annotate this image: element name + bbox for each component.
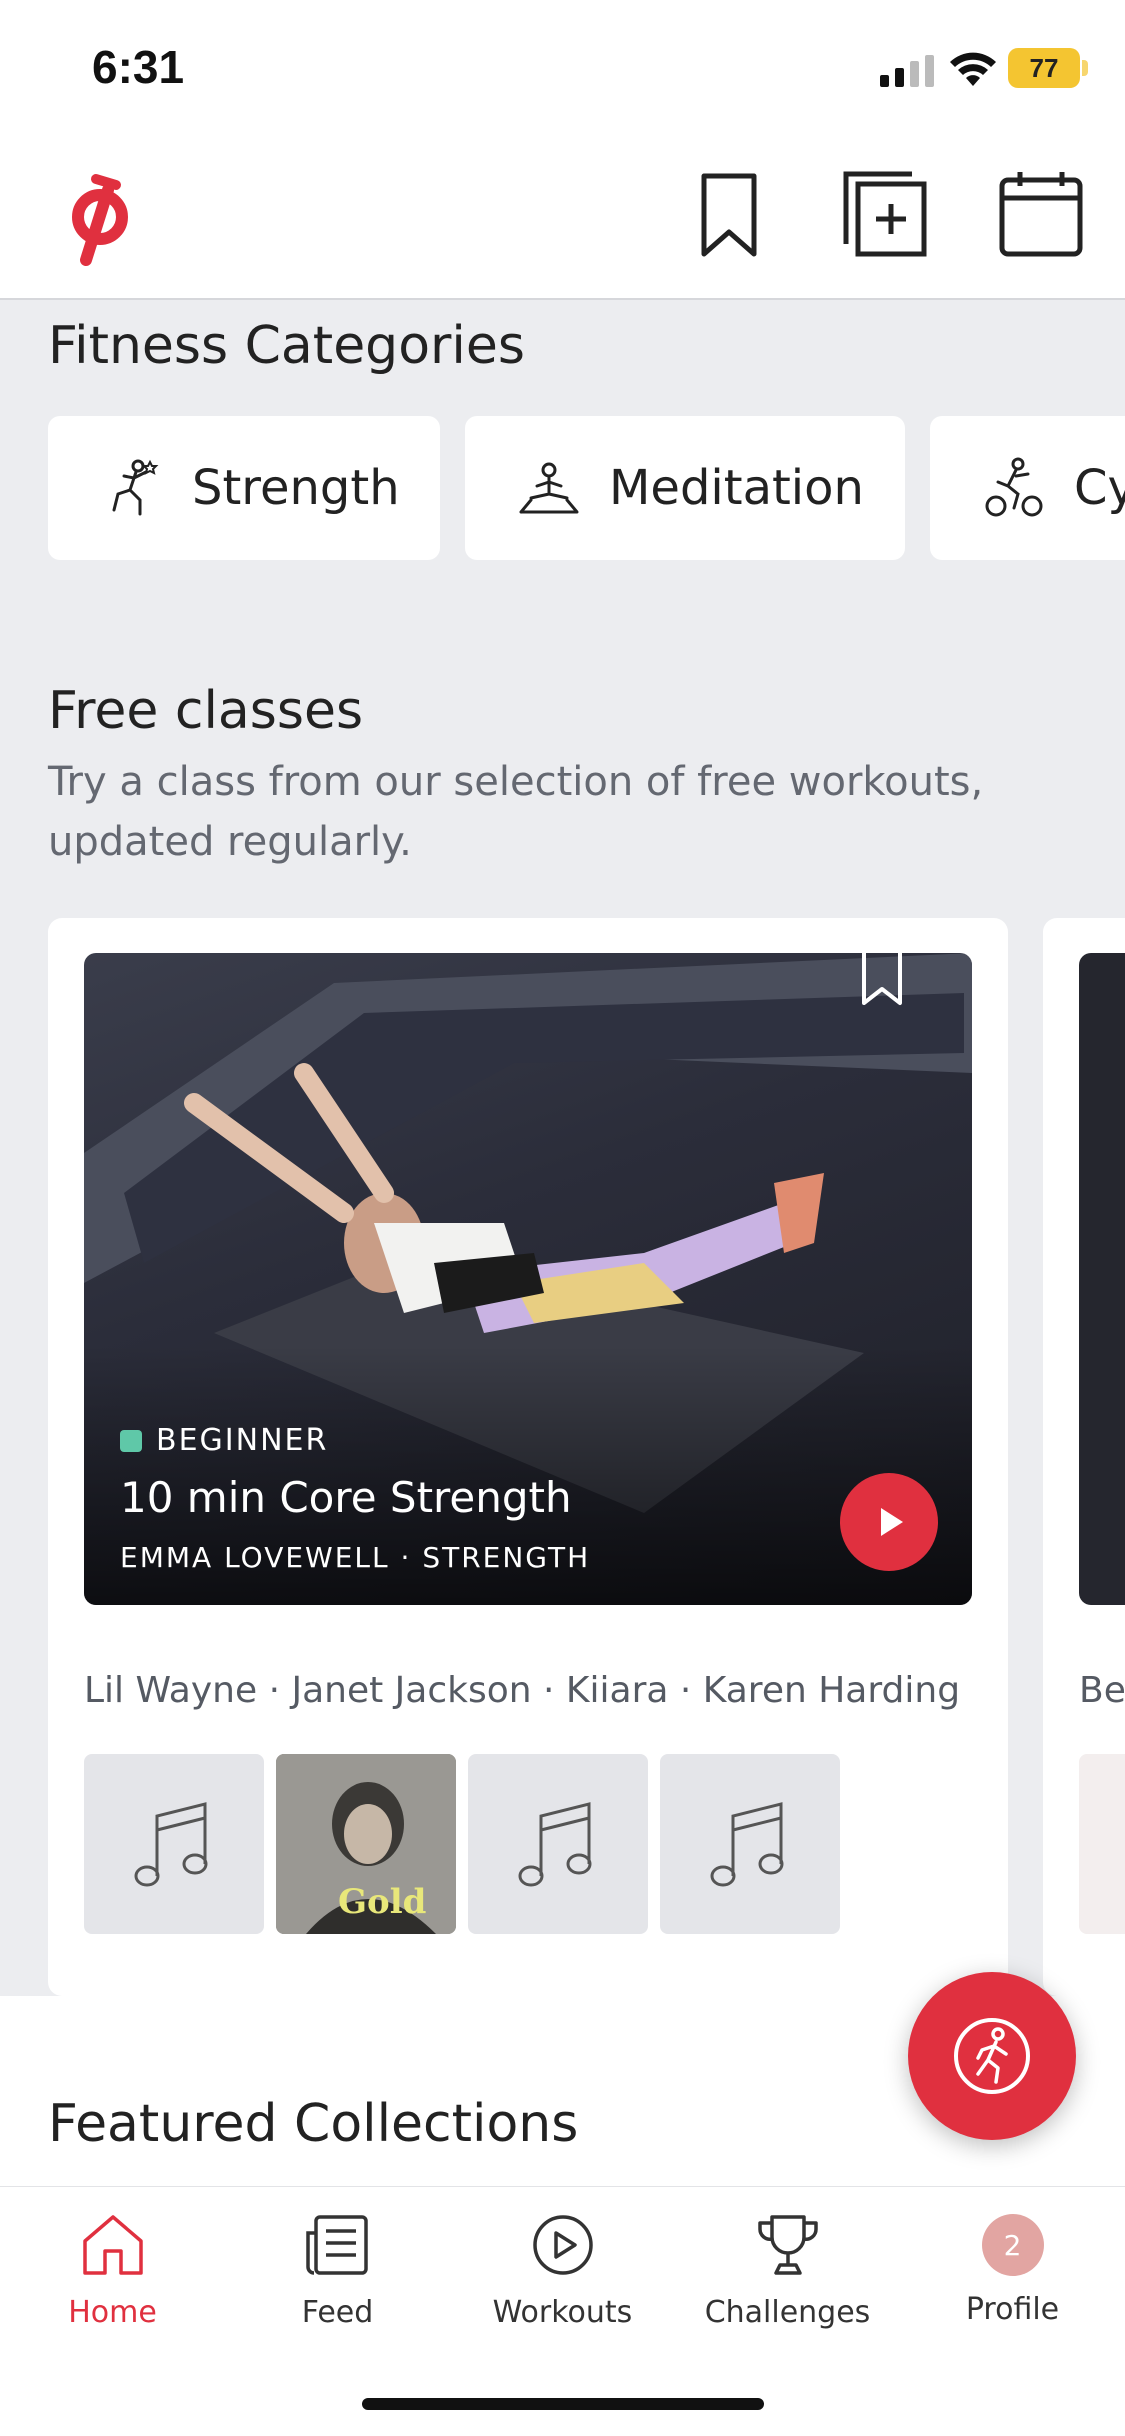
level-label: BEGINNER — [156, 1423, 329, 1458]
status-bar: 6:31 77 — [0, 0, 1125, 140]
playlist-artists-next: Be — [1079, 1670, 1125, 1711]
free-classes-title: Free classes — [48, 681, 364, 741]
signal-icon — [880, 55, 934, 87]
feed-icon — [305, 2215, 368, 2275]
add-schedule-icon[interactable] — [840, 170, 930, 260]
battery-tip — [1082, 60, 1088, 76]
play-circle-icon — [532, 2215, 593, 2275]
strength-icon — [112, 459, 159, 516]
tab-challenges[interactable]: Challenges — [675, 2211, 900, 2330]
tab-label: Feed — [301, 2295, 374, 2330]
play-icon — [881, 1508, 903, 1536]
free-class-card-next[interactable]: Be — [1043, 918, 1125, 1996]
trophy-icon — [757, 2215, 818, 2275]
battery-indicator: 77 — [1008, 48, 1080, 88]
category-label: Cy — [1074, 460, 1125, 516]
free-classes-subtitle: Try a class from our selection of free w… — [48, 759, 984, 865]
wifi-icon — [950, 52, 996, 86]
free-class-card[interactable]: BEGINNER 10 min Core Strength EMMA LOVEW… — [48, 918, 1008, 1996]
tab-workouts[interactable]: Workouts — [450, 2211, 675, 2330]
class-title: 10 min Core Strength — [120, 1473, 572, 1522]
music-note-icon — [710, 1802, 784, 1887]
peloton-logo[interactable] — [56, 165, 136, 275]
home-indicator — [362, 2398, 764, 2410]
calendar-icon[interactable] — [996, 170, 1086, 260]
home-icon — [82, 2215, 143, 2275]
tab-feed[interactable]: Feed — [225, 2211, 450, 2330]
tab-label: Challenges — [704, 2295, 871, 2330]
activity-fab[interactable] — [908, 1972, 1076, 2140]
category-chip-cycling[interactable]: Cy — [930, 416, 1125, 560]
music-note-icon — [134, 1802, 208, 1887]
tab-label: Workouts — [492, 2295, 633, 2330]
category-chips: Strength Meditation Cy — [48, 416, 1125, 560]
playlist-tracks: Gold — [84, 1754, 852, 1934]
music-note-icon — [518, 1802, 592, 1887]
meditation-icon — [519, 462, 579, 514]
track-placeholder — [468, 1754, 648, 1934]
track-placeholder — [660, 1754, 840, 1934]
bookmark-icon[interactable] — [860, 953, 904, 1007]
category-label: Strength — [192, 460, 400, 516]
class-thumbnail[interactable]: BEGINNER 10 min Core Strength EMMA LOVEW… — [84, 953, 972, 1605]
bookmark-icon[interactable] — [684, 170, 774, 260]
class-thumbnail-next — [1079, 953, 1125, 1605]
cycling-icon — [985, 457, 1043, 517]
avatar: 2 — [981, 2214, 1044, 2276]
tab-label: Home — [68, 2295, 157, 2330]
tab-profile[interactable]: 2 Profile — [900, 2211, 1125, 2327]
album-title: Gold — [338, 1882, 427, 1922]
track-placeholder — [84, 1754, 264, 1934]
playlist-artists: Lil Wayne · Janet Jackson · Kiiara · Kar… — [84, 1670, 961, 1711]
class-instructor: EMMA LOVEWELL · STRENGTH — [120, 1541, 591, 1574]
fitness-categories-title: Fitness Categories — [48, 316, 525, 376]
running-icon — [954, 2018, 1030, 2094]
level-badge: BEGINNER — [120, 1423, 328, 1458]
category-chip-meditation[interactable]: Meditation — [465, 416, 905, 560]
tab-home[interactable]: Home — [0, 2211, 225, 2330]
play-button[interactable] — [840, 1473, 938, 1571]
category-label: Meditation — [609, 460, 864, 516]
category-chip-strength[interactable]: Strength — [48, 416, 440, 560]
app-header — [0, 140, 1125, 300]
featured-collections-title: Featured Collections — [48, 2094, 579, 2154]
album-art-next — [1079, 1754, 1125, 1934]
status-time: 6:31 — [92, 41, 185, 93]
album-art: Gold — [276, 1754, 456, 1934]
tab-label: Profile — [965, 2292, 1060, 2327]
level-color-dot — [120, 1429, 142, 1452]
